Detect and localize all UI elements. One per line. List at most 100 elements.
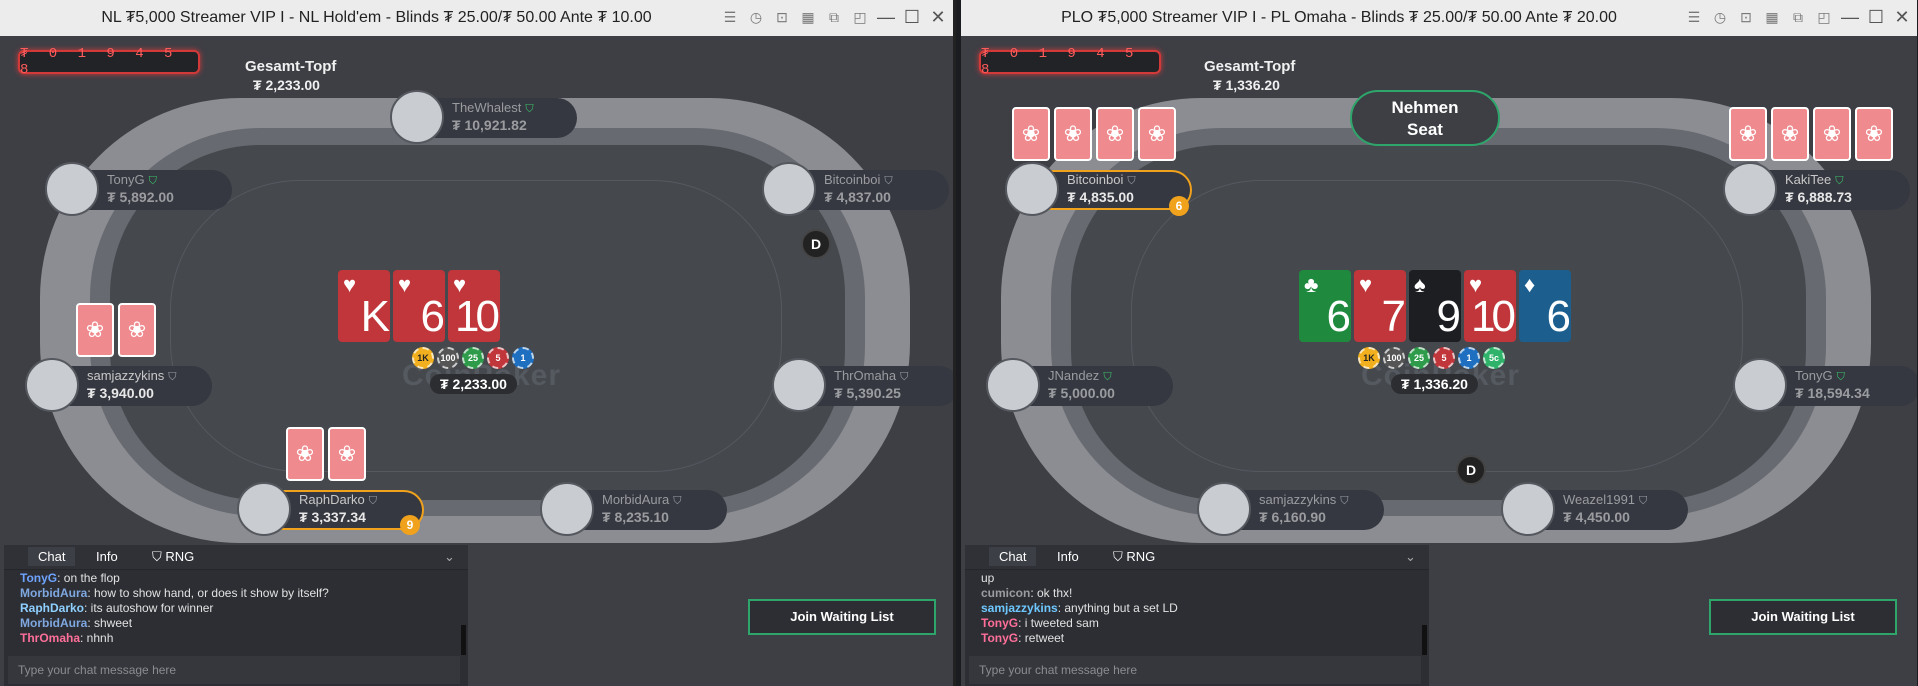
seat-thewhalest[interactable]: TheWhalest ⛉ ₮ 10,921.82 (390, 90, 577, 144)
chat-scrollbar[interactable] (1422, 625, 1427, 655)
seat-thromaha[interactable]: ThrOmaha ⛉ ₮ 5,390.25 (772, 358, 953, 412)
chip: 1 (512, 347, 534, 369)
chevron-down-icon[interactable]: ⌄ (1405, 549, 1416, 565)
suit-icon: ♥ (343, 272, 357, 297)
lobby-icon[interactable]: ⊡ (1737, 8, 1755, 26)
verified-shield-icon: ⛉ (1835, 175, 1844, 187)
player-name: JNandez ⛉ (1048, 368, 1112, 383)
seat-tonyg[interactable]: TonyG ⛉ ₮ 18,594.34 (1733, 358, 1917, 412)
minimize-icon[interactable]: — (1841, 8, 1859, 26)
tab-chat[interactable]: Chat (989, 547, 1037, 566)
tab-chat[interactable]: Chat (28, 547, 76, 566)
join-waiting-list-button[interactable]: Join Waiting List (748, 599, 936, 635)
chat-tabs: Chat Info ⛉ RNG ⌄ (965, 545, 1429, 570)
take-seat-button[interactable]: Nehmen Seat (1350, 90, 1500, 146)
player-stack: ₮ 6,888.73 (1785, 189, 1852, 205)
card-back: ❀ (1138, 107, 1176, 161)
seat-raphdarko[interactable]: RaphDarko ⛉ ₮ 3,337.34 (237, 482, 424, 536)
right-table-window: PLO ₮5,000 Streamer VIP I - PL Omaha - B… (961, 0, 1917, 686)
player-stack: ₮ 18,594.34 (1795, 385, 1870, 401)
chat-panel: Chat Info ⛉ RNG ⌄ up cumicon: ok thx! sa… (965, 545, 1429, 686)
brazil-flag-avatar (762, 162, 816, 216)
shield-icon: ⛉ (1113, 549, 1127, 564)
chat-input[interactable]: Type your chat message here (8, 656, 460, 684)
chat-message: TonyG: on the flop (20, 571, 120, 585)
seat-kakitee[interactable]: KakiTee ⛉ ₮ 6,888.73 (1723, 162, 1910, 216)
player-name: Bitcoinboi ⛉ (824, 172, 893, 187)
chip: 1K (1358, 347, 1380, 369)
title-bar: PLO ₮5,000 Streamer VIP I - PL Omaha - B… (961, 0, 1917, 36)
brazil-flag-avatar (1005, 162, 1059, 216)
chat-input[interactable]: Type your chat message here (969, 656, 1421, 684)
player-name: MorbidAura ⛉ (602, 492, 682, 507)
card-rank: 10 (1471, 292, 1516, 341)
link-icon[interactable]: ⧉ (825, 8, 843, 26)
tile-icon[interactable]: ▦ (799, 8, 817, 26)
seat-morbidaura[interactable]: MorbidAura ⛉ ₮ 8,235.10 (540, 482, 727, 536)
maximize-icon[interactable]: ☐ (903, 8, 921, 26)
close-icon[interactable]: ✕ (929, 8, 947, 26)
lobby-icon[interactable]: ⊡ (773, 8, 791, 26)
seat-bitcoinboi[interactable]: Bitcoinboi ⛉ ₮ 4,837.00 (762, 162, 949, 216)
card-back: ❀ (1054, 107, 1092, 161)
avatar (540, 482, 594, 536)
shield-icon: ⛉ (900, 371, 909, 383)
chat-scrollbar[interactable] (461, 625, 466, 655)
avatar (1733, 358, 1787, 412)
player-stack: ₮ 3,940.00 (87, 385, 154, 401)
seat-samjazzykins[interactable]: samjazzykins ⛉ ₮ 6,160.90 (1197, 482, 1384, 536)
chat-messages: up cumicon: ok thx! samjazzykins: anythi… (981, 571, 1178, 646)
player-stack: ₮ 5,390.25 (834, 385, 901, 401)
dealer-button: D (1456, 455, 1486, 485)
left-table-window: NL ₮5,000 Streamer VIP I - NL Hold'em - … (0, 0, 956, 686)
maximize-icon[interactable]: ☐ (1867, 8, 1885, 26)
menu-icon[interactable]: ☰ (721, 8, 739, 26)
card-rank: 6 (1546, 292, 1572, 341)
menu-icon[interactable]: ☰ (1685, 8, 1703, 26)
link-icon[interactable]: ⧉ (1789, 8, 1807, 26)
player-stack: ₮ 3,337.34 (299, 509, 366, 525)
player-stack: ₮ 4,450.00 (1563, 509, 1630, 525)
player-name: TonyG ⛉ (1795, 368, 1845, 383)
close-icon[interactable]: ✕ (1893, 8, 1911, 26)
card-back: ❀ (286, 427, 324, 481)
board-card: ♥ 10 (448, 270, 500, 342)
minimize-icon[interactable]: — (877, 8, 895, 26)
resize-icon[interactable]: ◰ (851, 8, 869, 26)
chat-message: MorbidAura: shweet (20, 616, 133, 630)
chevron-down-icon[interactable]: ⌄ (444, 549, 455, 565)
tab-info[interactable]: Info (1057, 549, 1079, 564)
chat-message: MorbidAura: how to show hand, or does it… (20, 586, 329, 600)
tab-info[interactable]: Info (96, 549, 118, 564)
shield-icon: ⛉ (1639, 495, 1648, 507)
chat-tabs: Chat Info ⛉ RNG ⌄ (4, 545, 468, 570)
verified-shield-icon: ⛉ (525, 103, 534, 115)
seat-tonyg[interactable]: TonyG ⛉ ₮ 5,892.00 (45, 162, 232, 216)
seat-samjazzykins[interactable]: samjazzykins ⛉ ₮ 3,940.00 (25, 358, 212, 412)
history-icon[interactable]: ◷ (747, 8, 765, 26)
portugal-flag-avatar (1197, 482, 1251, 536)
board-card: ♦ 6 (1519, 270, 1571, 342)
suit-icon: ♠ (1414, 272, 1426, 297)
chat-message: up (981, 571, 995, 585)
card-rank: 6 (420, 292, 446, 341)
card-rank: 9 (1436, 292, 1462, 341)
resize-icon[interactable]: ◰ (1815, 8, 1833, 26)
seat-jnandez[interactable]: JNandez ⛉ ₮ 5,000.00 (986, 358, 1173, 412)
seat-weazel1991[interactable]: Weazel1991 ⛉ ₮ 4,450.00 (1501, 482, 1688, 536)
seat-bitcoinboi[interactable]: Bitcoinboi ⛉ ₮ 4,835.00 (1005, 162, 1192, 216)
player-name: Bitcoinboi ⛉ (1067, 172, 1136, 187)
tile-icon[interactable]: ▦ (1763, 8, 1781, 26)
tab-rng[interactable]: ⛉ RNG (1113, 549, 1155, 565)
shield-icon: ⛉ (168, 371, 177, 383)
board-card: ♣ 6 (1299, 270, 1351, 342)
shield-icon: ⛉ (1340, 495, 1349, 507)
center-pot: ₮ 1,336.20 (1391, 374, 1478, 394)
avatar (390, 90, 444, 144)
avatar (986, 358, 1040, 412)
card-rank: K (360, 292, 390, 341)
tab-rng[interactable]: ⛉ RNG (152, 549, 194, 565)
join-waiting-list-button[interactable]: Join Waiting List (1709, 599, 1897, 635)
history-icon[interactable]: ◷ (1711, 8, 1729, 26)
card-back: ❀ (1012, 107, 1050, 161)
